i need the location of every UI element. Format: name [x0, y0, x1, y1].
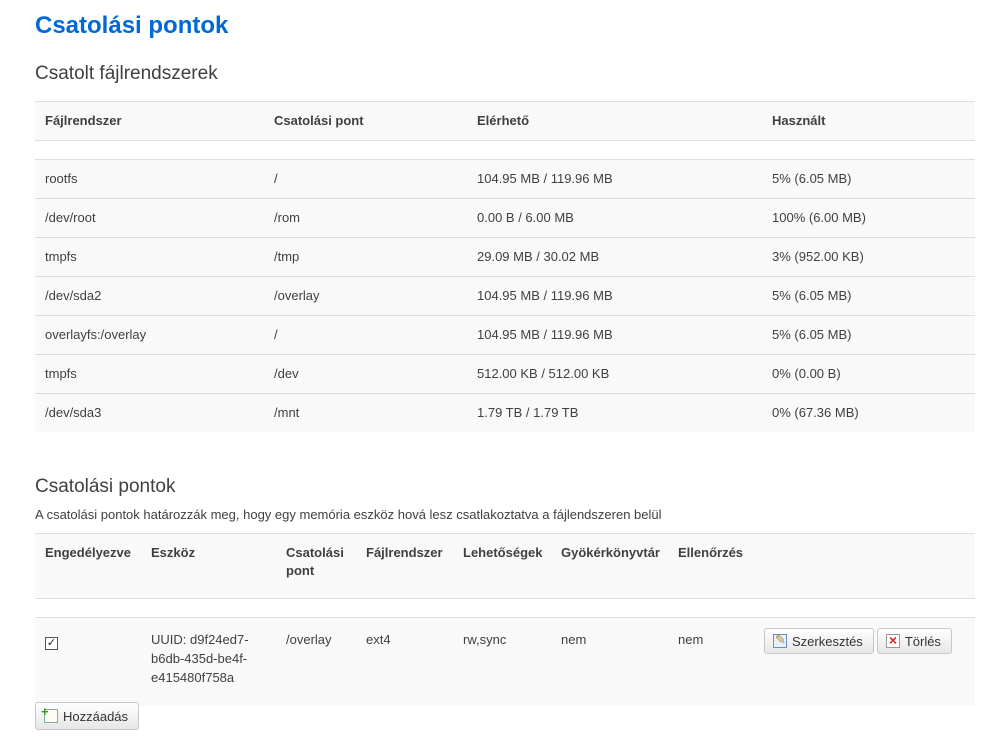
- column-header-filesystem: Fájlrendszer: [366, 545, 443, 560]
- table-row: rootfs / 104.95 MB / 119.96 MB 5% (6.05 MB): [35, 159, 975, 199]
- device-cell: UUID: d9f24ed7-b6db-435d-be4f-e415480f75…: [141, 618, 276, 707]
- mountpoint-cell: /mnt: [274, 405, 300, 420]
- filesystem-cell: tmpfs: [45, 366, 77, 381]
- available-cell: 104.95 MB / 119.96 MB: [477, 327, 613, 342]
- table-row: tmpfs/dev 512.00 KB / 512.00 KB 0% (0.00 B…: [35, 354, 975, 394]
- table-row: overlayfs:/overlay / 104.95 MB / 119.96 MB…: [35, 315, 975, 355]
- column-header-mountpoint: Csatolási pont: [286, 545, 344, 578]
- table-row: /dev/root/rom 0.00 B / 6.00 MB 100% (6.00 …: [35, 198, 975, 238]
- mounts-section-title: Csatolási pontok: [35, 476, 176, 497]
- used-cell: 0% (67.36 MB): [772, 405, 859, 420]
- check-cell: nem: [678, 632, 704, 647]
- available-cell: 1.79 TB / 1.79 TB: [477, 405, 579, 420]
- mounted-section-title: Csatolt fájlrendszerek: [35, 63, 218, 84]
- column-header-check: Ellenőrzés: [678, 545, 744, 560]
- table-header-row: Engedélyezve Eszköz Csatolási pont Fájlr…: [35, 533, 975, 599]
- mountpoint-cell: /rom: [274, 210, 300, 225]
- filesystem-cell: rootfs: [45, 171, 78, 186]
- add-button[interactable]: Hozzáadás: [35, 702, 140, 730]
- column-header-options: Lehetőségek: [463, 545, 543, 560]
- column-header-device: Eszköz: [151, 545, 196, 560]
- mountpoint-cell: /overlay: [286, 632, 332, 647]
- table-row: /dev/sda2/overlay 104.95 MB / 119.96 MB 5%…: [35, 276, 975, 316]
- column-header-mountpoint: Csatolási pont: [274, 113, 364, 128]
- filesystem-cell: /dev/sda2: [45, 288, 102, 303]
- mountpoint-cell: /dev: [274, 366, 299, 381]
- delete-icon: [885, 632, 900, 648]
- mountpoint-cell: /tmp: [274, 249, 300, 264]
- available-cell: 0.00 B / 6.00 MB: [477, 210, 574, 225]
- enabled-checkbox[interactable]: ✓: [45, 637, 58, 650]
- filesystem-cell: tmpfs: [45, 249, 77, 264]
- page-title: Csatolási pontok: [35, 12, 229, 39]
- add-icon: [41, 704, 58, 723]
- column-header-enabled: Engedélyezve: [45, 545, 131, 560]
- table-row: tmpfs/tmp 29.09 MB / 30.02 MB 3% (952.00 K…: [35, 237, 975, 277]
- filesystem-cell: overlayfs:/overlay: [45, 327, 147, 342]
- filesystem-cell: /dev/root: [45, 210, 96, 225]
- available-cell: 104.95 MB / 119.96 MB: [477, 171, 613, 186]
- filesystem-cell: ext4: [366, 632, 391, 647]
- delete-button-label: Törlés: [904, 633, 941, 649]
- available-cell: 29.09 MB / 30.02 MB: [477, 249, 600, 264]
- device-value: UUID: d9f24ed7-b6db-435d-be4f-e415480f75…: [151, 632, 249, 685]
- options-cell: rw,sync: [463, 632, 507, 647]
- mountpoint-cell: /overlay: [274, 288, 320, 303]
- filesystem-cell: /dev/sda3: [45, 405, 102, 420]
- available-cell: 104.95 MB / 119.96 MB: [477, 288, 613, 303]
- used-cell: 5% (6.05 MB): [772, 327, 852, 342]
- column-header-root: Gyökérkönyvtár: [561, 545, 660, 560]
- table-row: ✓ UUID: d9f24ed7-b6db-435d-be4f-e415480f…: [35, 617, 975, 707]
- column-header-filesystem: Fájlrendszer: [45, 113, 122, 128]
- used-cell: 5% (6.05 MB): [772, 171, 852, 186]
- column-header-used: Használt: [772, 113, 826, 128]
- edit-icon: [773, 632, 787, 648]
- table-row: /dev/sda3/mnt 1.79 TB / 1.79 TB 0% (67.36 …: [35, 393, 975, 432]
- add-button-label: Hozzáadás: [63, 708, 129, 724]
- used-cell: 0% (0.00 B): [772, 366, 841, 381]
- root-cell: nem: [561, 632, 587, 647]
- table-header-row: Fájlrendszer Csatolási pont Elérhető Has…: [35, 101, 975, 141]
- mount-points-table: Engedélyezve Eszköz Csatolási pont Fájlr…: [35, 533, 975, 706]
- mountpoint-cell: /: [274, 171, 278, 186]
- used-cell: 100% (6.00 MB): [772, 210, 866, 225]
- column-header-actions: [754, 534, 975, 599]
- used-cell: 3% (952.00 KB): [772, 249, 864, 264]
- mounted-filesystems-table: Fájlrendszer Csatolási pont Elérhető Has…: [35, 101, 975, 432]
- delete-button[interactable]: Törlés: [876, 628, 952, 654]
- available-cell: 512.00 KB / 512.00 KB: [477, 366, 610, 381]
- column-header-available: Elérhető: [477, 113, 530, 128]
- edit-button[interactable]: Szerkesztés: [764, 628, 874, 654]
- used-cell: 5% (6.05 MB): [772, 288, 852, 303]
- mounts-description: A csatolási pontok határozzák meg, hogy …: [35, 507, 662, 522]
- mountpoint-cell: /: [274, 327, 278, 342]
- edit-button-label: Szerkesztés: [792, 633, 863, 649]
